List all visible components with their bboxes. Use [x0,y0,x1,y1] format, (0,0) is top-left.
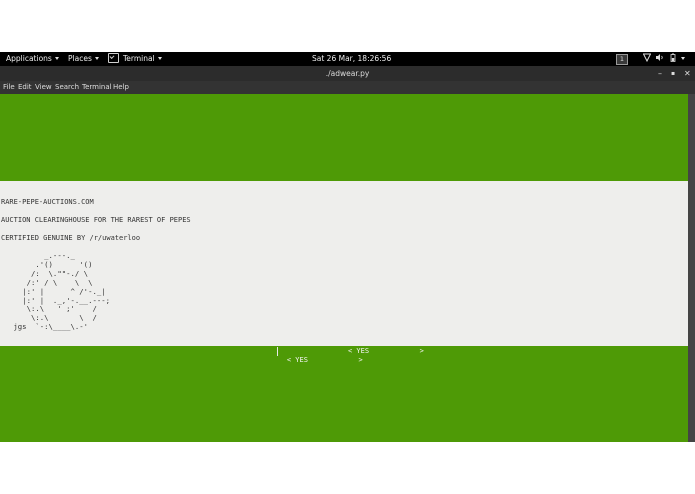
volume-icon [656,54,664,61]
menu-view[interactable]: View [35,81,52,94]
battery-icon [670,53,676,62]
chevron-down-icon [157,57,162,60]
network-icon [642,53,652,63]
maximize-button[interactable]: ▪ [671,66,675,81]
places-label: Places [68,54,92,63]
chevron-down-icon [681,57,686,60]
tagline: AUCTION CLEARINGHOUSE FOR THE RAREST OF … [1,216,191,224]
yes-button-label: < YES > [286,356,363,364]
places-menu[interactable]: Places [68,52,99,66]
applications-label: Applications [6,54,52,63]
top-bar: Applications Places Terminal Sat 26 Mar,… [0,52,695,66]
menu-bar: File Edit View Search Terminal Help [0,81,695,94]
terminal-app-menu[interactable]: Terminal [108,52,162,66]
clock[interactable]: Sat 26 Mar, 18:26:56 [312,52,391,66]
certification-line: CERTIFIED GENUINE BY /r/uwaterloo [1,234,141,242]
chevron-down-icon [94,57,99,60]
menu-file[interactable]: File [3,81,15,94]
scrollbar[interactable] [688,94,695,442]
menu-search[interactable]: Search [55,81,79,94]
menu-help[interactable]: Help [113,81,129,94]
system-status-menu[interactable] [642,52,686,66]
window-title: ./adwear.py [325,69,370,78]
close-button[interactable]: ✕ [684,66,691,81]
menu-edit[interactable]: Edit [18,81,32,94]
terminal-area[interactable]: RARE-PEPE-AUCTIONS.COM AUCTION CLEARINGH… [0,94,695,442]
menu-terminal[interactable]: Terminal [82,81,112,94]
terminal-icon [108,53,119,63]
workspace-number: 1 [616,54,628,65]
dialog-panel: RARE-PEPE-AUCTIONS.COM AUCTION CLEARINGH… [0,181,688,346]
window-titlebar[interactable]: ./adwear.py – ▪ ✕ [0,66,695,81]
workspace-indicator[interactable]: 1 [616,54,628,65]
applications-menu[interactable]: Applications [6,52,59,66]
site-name: RARE-PEPE-AUCTIONS.COM [1,198,94,206]
terminal-app-label: Terminal [123,54,155,63]
minimize-button[interactable]: – [658,66,662,81]
yes-button-2[interactable]: < YES > [348,347,424,356]
pepe-ascii-art: _.---._ .'() '() /: \.""-./ \ /:' / \ \ … [13,251,111,332]
chevron-down-icon [54,57,59,60]
text-cursor [277,347,278,356]
